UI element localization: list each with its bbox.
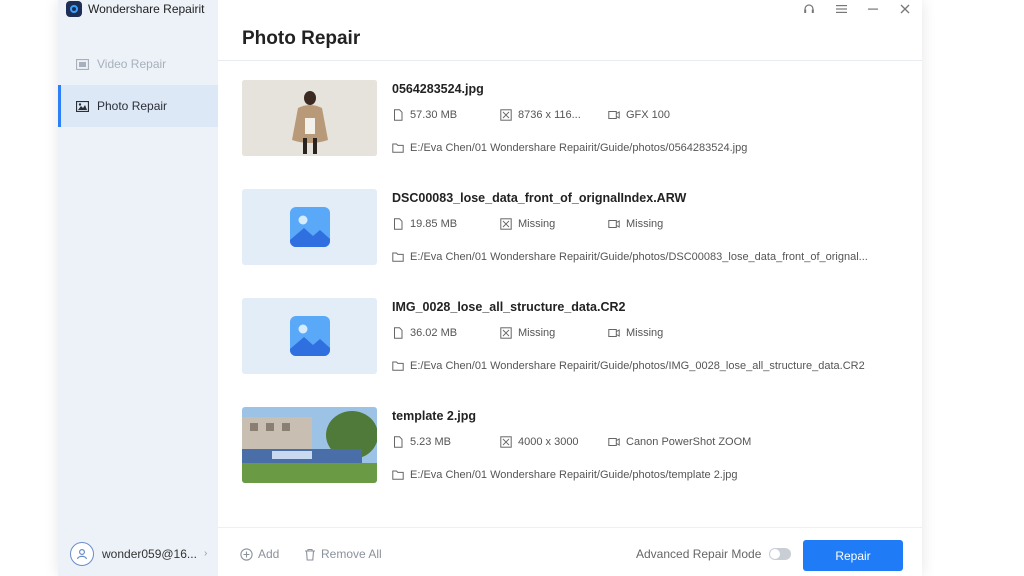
folder-icon (392, 470, 404, 480)
repair-button[interactable]: Repair (803, 540, 903, 571)
remove-all-label: Remove All (321, 547, 382, 561)
window-controls (802, 0, 912, 18)
add-icon (240, 547, 253, 561)
sidebar-item-label: Video Repair (97, 57, 167, 71)
sidebar: Wondershare Repairit Video Repair Photo … (58, 0, 218, 576)
resolution-icon (500, 218, 512, 230)
file-meta: 19.85 MB Missing Missing (392, 216, 663, 232)
file-resolution: 4000 x 3000 (518, 436, 579, 448)
page-title: Photo Repair (242, 28, 361, 49)
file-resolution: Missing (518, 218, 556, 230)
file-name: 0564283524.jpg (392, 82, 484, 96)
add-label: Add (258, 547, 280, 561)
advanced-repair-label: Advanced Repair Mode (636, 547, 762, 561)
file-icon (394, 327, 403, 339)
file-camera: GFX 100 (626, 109, 671, 121)
file-item[interactable]: DSC00083_lose_data_front_of_orignalIndex… (242, 189, 892, 267)
file-thumbnail (242, 298, 377, 374)
main-panel: Photo Repair 0564283524.jpg 57.30 MB 873… (218, 0, 922, 576)
file-thumbnail (242, 189, 377, 265)
brand: Wondershare Repairit (66, 0, 205, 18)
camera-icon (608, 329, 620, 337)
resolution-icon (500, 109, 512, 121)
camera-icon (608, 220, 620, 228)
file-resolution: Missing (518, 327, 556, 339)
file-resolution: 8736 x 116... (518, 109, 581, 121)
file-path: E:/Eva Chen/01 Wondershare Repairit/Guid… (392, 140, 747, 156)
file-icon (394, 109, 403, 121)
sidebar-item-photo-repair[interactable]: Photo Repair (58, 85, 218, 127)
file-meta: 57.30 MB 8736 x 116... GFX 100 (392, 107, 670, 123)
footer-bar: Add Remove All Advanced Repair Mode Repa… (218, 527, 922, 576)
resolution-icon (500, 436, 512, 448)
user-account[interactable]: wonder059@16... (70, 542, 197, 566)
file-thumbnail (242, 407, 377, 483)
file-icon (394, 436, 403, 448)
file-meta: 5.23 MB 4000 x 3000 Canon PowerShot ZOOM (392, 434, 751, 450)
file-path: E:/Eva Chen/01 Wondershare Repairit/Guid… (392, 358, 865, 374)
file-name: IMG_0028_lose_all_structure_data.CR2 (392, 300, 626, 314)
close-icon[interactable] (898, 2, 912, 16)
headset-icon[interactable] (802, 2, 816, 16)
image-placeholder-icon (289, 316, 330, 356)
file-path-text: E:/Eva Chen/01 Wondershare Repairit/Guid… (410, 142, 748, 154)
advanced-repair-toggle[interactable] (769, 548, 792, 560)
camera-icon (608, 438, 620, 446)
trash-icon (305, 548, 315, 561)
file-path-text: E:/Eva Chen/01 Wondershare Repairit/Guid… (410, 469, 738, 481)
file-size: 36.02 MB (410, 327, 458, 339)
minimize-icon[interactable] (866, 2, 880, 16)
file-item[interactable]: IMG_0028_lose_all_structure_data.CR2 36.… (242, 298, 892, 376)
chevron-right-icon[interactable]: › (204, 548, 207, 559)
file-camera: Missing (626, 327, 664, 339)
resolution-icon (500, 327, 512, 339)
file-camera: Missing (626, 218, 664, 230)
sidebar-item-video-repair[interactable]: Video Repair (58, 43, 218, 85)
file-meta: 36.02 MB Missing Missing (392, 325, 663, 341)
file-path-text: E:/Eva Chen/01 Wondershare Repairit/Guid… (410, 360, 865, 372)
file-path: E:/Eva Chen/01 Wondershare Repairit/Guid… (392, 249, 868, 265)
menu-icon[interactable] (834, 2, 848, 16)
user-name: wonder059@16... (102, 547, 197, 561)
video-icon (76, 58, 89, 70)
add-button[interactable]: Add (240, 547, 279, 561)
file-size: 5.23 MB (410, 436, 451, 448)
folder-icon (392, 143, 404, 153)
file-item[interactable]: template 2.jpg 5.23 MB 4000 x 3000 Canon… (242, 407, 892, 485)
app-window: Wondershare Repairit Video Repair Photo … (58, 0, 922, 576)
file-camera: Canon PowerShot ZOOM (626, 436, 752, 448)
file-size: 57.30 MB (410, 109, 458, 121)
file-name: DSC00083_lose_data_front_of_orignalIndex… (392, 191, 687, 205)
sidebar-item-label: Photo Repair (97, 99, 168, 113)
remove-all-button[interactable]: Remove All (304, 547, 382, 561)
file-item[interactable]: 0564283524.jpg 57.30 MB 8736 x 116... GF… (242, 80, 892, 158)
folder-icon (392, 361, 404, 371)
image-placeholder-icon (289, 207, 330, 247)
folder-icon (392, 252, 404, 262)
file-path-text: E:/Eva Chen/01 Wondershare Repairit/Guid… (410, 251, 868, 263)
file-size: 19.85 MB (410, 218, 458, 230)
file-icon (394, 218, 403, 230)
file-path: E:/Eva Chen/01 Wondershare Repairit/Guid… (392, 467, 738, 483)
photo-icon (76, 100, 89, 112)
camera-icon (608, 111, 620, 119)
advanced-repair-mode: Advanced Repair Mode (636, 547, 792, 561)
screen: Wondershare Repairit Video Repair Photo … (0, 0, 1024, 576)
file-thumbnail (242, 80, 377, 156)
user-icon (70, 542, 94, 566)
app-logo-icon (66, 1, 82, 17)
file-name: template 2.jpg (392, 409, 477, 423)
app-title: Wondershare Repairit (88, 2, 205, 16)
divider (218, 60, 922, 61)
